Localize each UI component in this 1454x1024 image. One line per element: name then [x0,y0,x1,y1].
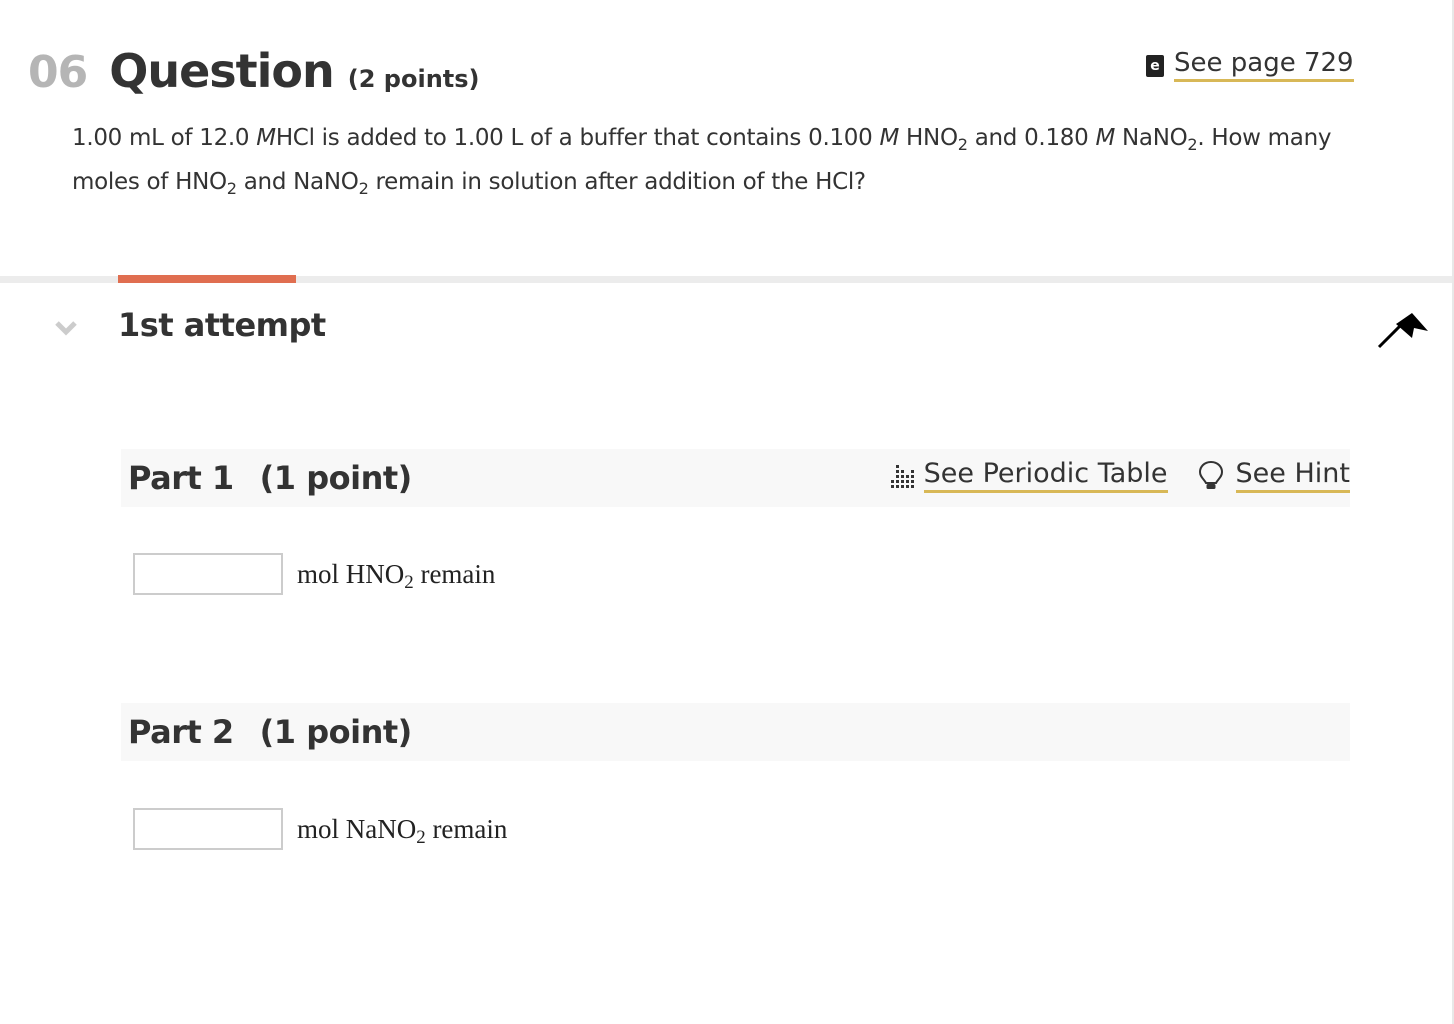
molar-unit: M [879,125,900,151]
part-2-answer-input[interactable] [133,808,283,850]
question-title: Question [109,44,335,98]
molar-unit: M [1095,125,1115,151]
subscript: 2 [957,135,968,154]
see-page-label: See page 729 [1174,48,1354,82]
part-2-header: Part 2 (1 point) [121,703,1350,761]
text-run: NaNO [1115,125,1188,151]
periodic-table-icon [890,465,914,488]
text-run: . How many [1197,125,1332,151]
flag-icon[interactable] [1376,310,1430,350]
see-hint-label: See Hint [1235,459,1350,493]
text-run: HNO [899,125,958,151]
part-2-answer-row: mol NaNO2 remain [133,808,507,850]
part-1-header: Part 1 (1 point) See Periodic Table See … [121,449,1350,507]
question-line-2: moles of HNO2 and NaNO2 remain in soluti… [72,160,1382,204]
label-run: remain [425,813,508,844]
question-line-1: 1.00 mL of 12.0 MHCl is added to 1.00 L … [72,116,1382,160]
see-hint-link[interactable]: See Hint [1198,459,1350,493]
text-run: moles of HNO [72,169,227,195]
active-attempt-tab-indicator[interactable] [118,275,296,283]
text-run: 1.00 mL of 12.0 [72,125,257,151]
subscript: 2 [226,179,237,198]
subscript: 2 [1187,135,1198,154]
text-run: and NaNO [236,169,359,195]
text-run: HCl is added to 1.00 L of a buffer that … [275,125,880,151]
part-2-answer-label: mol NaNO2 remain [297,813,508,848]
part-title: Part 1 [128,459,234,497]
question-text: 1.00 mL of 12.0 MHCl is added to 1.00 L … [72,116,1382,204]
part-points: (1 point) [259,713,413,751]
label-run: mol HNO [297,558,405,589]
label-run: remain [413,558,496,589]
chevron-down-icon[interactable] [54,318,78,338]
part-1-answer-label: mol HNO2 remain [297,558,496,593]
molar-unit: M [256,125,276,151]
subscript: 2 [416,826,426,848]
ebook-icon: e [1146,55,1164,77]
see-page-link[interactable]: e See page 729 [1146,48,1354,82]
part-1-answer-input[interactable] [133,553,283,595]
see-periodic-table-link[interactable]: See Periodic Table [888,459,1168,493]
question-header: 06 Question (2 points) [28,44,480,104]
label-run: mol NaNO [297,813,417,844]
subscript: 2 [358,179,369,198]
text-run: and 0.180 [967,125,1096,151]
question-points: (2 points) [347,65,480,93]
lightbulb-icon [1198,460,1223,489]
part-points: (1 point) [259,459,413,497]
text-run: remain in solution after addition of the… [368,169,867,195]
attempt-title: 1st attempt [118,306,326,344]
part-tools: See Periodic Table See Hint [888,459,1350,493]
see-periodic-table-label: See Periodic Table [923,459,1168,493]
question-number: 06 [28,47,88,98]
subscript: 2 [404,571,414,593]
part-title: Part 2 [128,713,234,751]
part-1-answer-row: mol HNO2 remain [133,553,495,595]
